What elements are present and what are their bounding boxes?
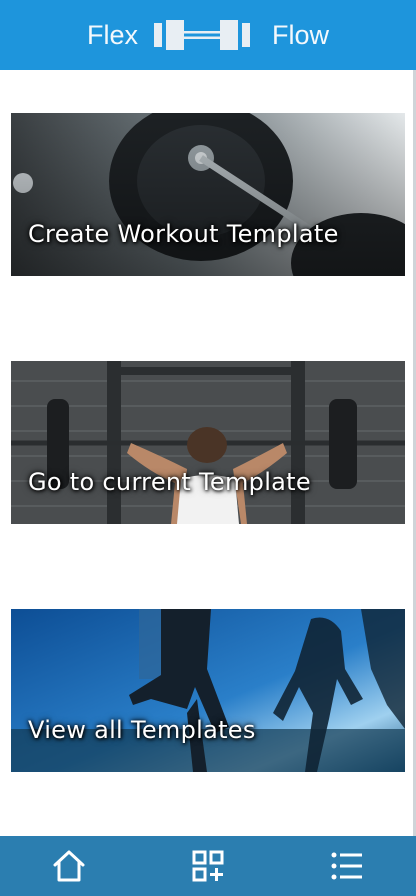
nav-home-button[interactable] [39, 836, 99, 896]
bottom-navigation [0, 836, 416, 896]
view-all-templates-card[interactable]: View all Templates [11, 609, 405, 772]
woman-lifting-barbell-photo [11, 361, 405, 524]
create-workout-template-card[interactable]: Create Workout Template [11, 113, 405, 276]
barbell-plate-photo [11, 113, 405, 276]
brand-name-left: Flex [86, 19, 138, 50]
go-to-current-template-card[interactable]: Go to current Template [11, 361, 405, 524]
home-icon [53, 850, 85, 882]
grid-add-icon [192, 850, 224, 882]
dumbbell-icon [154, 20, 250, 50]
card-label: View all Templates [28, 716, 256, 744]
card-label: Create Workout Template [28, 220, 339, 248]
nav-template-list-button[interactable] [317, 836, 377, 896]
brand-name-right: Flow [272, 19, 330, 50]
card-label: Go to current Template [28, 468, 311, 496]
app-header: Flex Flow [0, 0, 416, 70]
nav-create-template-button[interactable] [178, 836, 238, 896]
runners-silhouette-photo [11, 609, 405, 772]
list-icon [331, 852, 362, 880]
